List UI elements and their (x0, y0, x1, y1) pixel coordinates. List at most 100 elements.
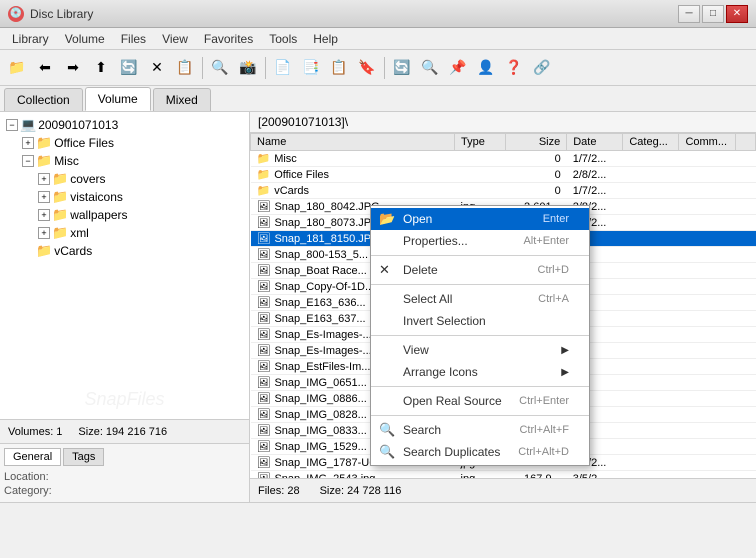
tree-toggle-root[interactable]: − (6, 119, 18, 131)
file-type-cell: jpg (455, 471, 506, 479)
file-extra-cell (735, 455, 755, 471)
table-row[interactable]: 📁vCards01/7/2... (251, 183, 756, 199)
tool-doc1[interactable]: 📄 (270, 55, 296, 81)
ctx-menu-item-properties[interactable]: Properties...Alt+Enter (371, 230, 589, 252)
tool-find[interactable]: 🔍 (417, 55, 443, 81)
tool-bookmark[interactable]: 🔖 (354, 55, 380, 81)
col-size[interactable]: Size (506, 134, 567, 151)
tool-search[interactable]: 🔍 (207, 55, 233, 81)
tool-refresh[interactable]: 🔄 (116, 55, 142, 81)
tool-up[interactable]: ⬆ (88, 55, 114, 81)
file-icon: 🖼 (257, 329, 271, 341)
tool-doc2[interactable]: 📑 (298, 55, 324, 81)
ctx-menu-item-view[interactable]: View▶ (371, 339, 589, 361)
file-size-cell: 0 (506, 151, 567, 167)
file-name-cell: 🖼Snap_IMG_2543.jpg (251, 471, 455, 479)
maximize-button[interactable]: □ (702, 5, 724, 23)
tool-link[interactable]: 🔗 (529, 55, 555, 81)
tab-mixed[interactable]: Mixed (153, 88, 211, 111)
tool-user[interactable]: 👤 (473, 55, 499, 81)
file-icon: 🖼 (257, 217, 271, 229)
col-comment[interactable]: Comm... (679, 134, 735, 151)
tree-node-vistaicons[interactable]: + 📁 vistaicons (36, 188, 245, 206)
tab-collection[interactable]: Collection (4, 88, 83, 111)
col-category[interactable]: Categ... (623, 134, 679, 151)
tool-pin[interactable]: 📌 (445, 55, 471, 81)
file-extra-cell (735, 391, 755, 407)
ctx-menu-item-arrange-icons[interactable]: Arrange Icons▶ (371, 361, 589, 383)
table-row[interactable]: 📁Misc01/7/2... (251, 151, 756, 167)
menu-help[interactable]: Help (305, 30, 346, 48)
ctx-item-icon: 🔍 (379, 444, 395, 460)
tree-label-wallpapers: wallpapers (70, 208, 127, 222)
info-tab-general[interactable]: General (4, 448, 61, 466)
tree-node-vcards[interactable]: 📁 vCards (20, 242, 245, 260)
file-comment-cell (679, 439, 735, 455)
minimize-button[interactable]: ─ (678, 5, 700, 23)
ctx-separator (371, 284, 589, 285)
tool-help[interactable]: ❓ (501, 55, 527, 81)
tree-toggle-wallpapers[interactable]: + (38, 209, 50, 221)
folder-icon-wallpapers: 📁 (52, 207, 68, 223)
tool-back[interactable]: ⬅ (32, 55, 58, 81)
ctx-menu-item-search[interactable]: 🔍SearchCtrl+Alt+F (371, 419, 589, 441)
menu-library[interactable]: Library (4, 30, 57, 48)
tree-node-wallpapers[interactable]: + 📁 wallpapers (36, 206, 245, 224)
close-button[interactable]: ✕ (726, 5, 748, 23)
file-extra-cell (735, 231, 755, 247)
tool-forward[interactable]: ➡ (60, 55, 86, 81)
file-comment-cell (679, 327, 735, 343)
file-comment-cell (679, 199, 735, 215)
tool-copy[interactable]: 📋 (172, 55, 198, 81)
file-extra-cell (735, 359, 755, 375)
file-extra-cell (735, 375, 755, 391)
ctx-menu-item-open[interactable]: 📂OpenEnter (371, 208, 589, 230)
ctx-menu-item-delete[interactable]: ✕DeleteCtrl+D (371, 259, 589, 281)
file-extra-cell (735, 151, 755, 167)
info-tabs: General Tags (4, 448, 245, 466)
col-date[interactable]: Date (567, 134, 623, 151)
tree-toggle-misc[interactable]: − (22, 155, 34, 167)
tree-node-misc[interactable]: − 📁 Misc (20, 152, 245, 170)
table-row[interactable]: 📁Office Files02/8/2... (251, 167, 756, 183)
tree-node-covers[interactable]: + 📁 covers (36, 170, 245, 188)
file-category-cell (623, 151, 679, 167)
title-bar: 💿 Disc Library ─ □ ✕ (0, 0, 756, 28)
ctx-menu-item-open-real-source[interactable]: Open Real SourceCtrl+Enter (371, 390, 589, 412)
tree-toggle-xml[interactable]: + (38, 227, 50, 239)
ctx-menu-item-select-all[interactable]: Select AllCtrl+A (371, 288, 589, 310)
tree-toggle-office[interactable]: + (22, 137, 34, 149)
tool-new[interactable]: 📁 (4, 55, 30, 81)
tree-toggle-vistaicons[interactable]: + (38, 191, 50, 203)
ctx-menu-item-invert-selection[interactable]: Invert Selection (371, 310, 589, 332)
file-extra-cell (735, 311, 755, 327)
table-row[interactable]: 🖼Snap_IMG_2543.jpgjpg167 9...3/5/2... (251, 471, 756, 479)
tree-label-misc: Misc (54, 154, 79, 168)
menu-tools[interactable]: Tools (261, 30, 305, 48)
info-tab-tags[interactable]: Tags (63, 448, 104, 466)
tool-doc3[interactable]: 📋 (326, 55, 352, 81)
menu-favorites[interactable]: Favorites (196, 30, 261, 48)
file-comment-cell (679, 455, 735, 471)
tree-toggle-covers[interactable]: + (38, 173, 50, 185)
menu-volume[interactable]: Volume (57, 30, 113, 48)
tree-node-xml[interactable]: + 📁 xml (36, 224, 245, 242)
col-type[interactable]: Type (455, 134, 506, 151)
file-icon: 🖼 (257, 361, 271, 373)
tool-stop[interactable]: ✕ (144, 55, 170, 81)
file-extra-cell (735, 263, 755, 279)
menu-files[interactable]: Files (113, 30, 154, 48)
tool-camera[interactable]: 📸 (235, 55, 261, 81)
file-category-cell (623, 295, 679, 311)
tab-volume[interactable]: Volume (85, 87, 151, 111)
file-extra-cell (735, 327, 755, 343)
tree-node-office[interactable]: + 📁 Office Files (20, 134, 245, 152)
menu-view[interactable]: View (154, 30, 196, 48)
tool-sync[interactable]: 🔄 (389, 55, 415, 81)
tree-root[interactable]: − 💻 200901071013 (4, 116, 245, 134)
file-type-cell (455, 167, 506, 183)
col-name[interactable]: Name (251, 134, 455, 151)
file-category-cell (623, 375, 679, 391)
ctx-menu-item-search-duplicates[interactable]: 🔍Search DuplicatesCtrl+Alt+D (371, 441, 589, 463)
total-file-size: Size: 24 728 116 (320, 485, 402, 497)
